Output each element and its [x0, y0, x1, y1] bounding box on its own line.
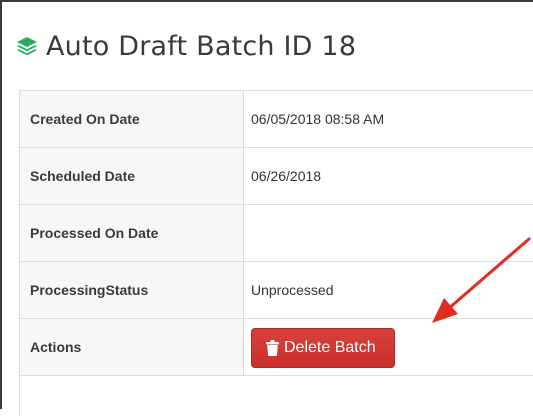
empty-cell [244, 376, 533, 416]
delete-batch-label: Delete Batch [284, 339, 376, 357]
scheduled-date-value: 06/26/2018 [244, 148, 533, 205]
empty-cell [20, 376, 244, 416]
table-row: Processed On Date [20, 205, 533, 262]
layers-icon [16, 36, 38, 56]
table-row: Scheduled Date 06/26/2018 [20, 148, 533, 205]
created-on-date-label: Created On Date [20, 91, 244, 148]
page-frame: Auto Draft Batch ID 18 Created On Date 0… [0, 0, 533, 409]
actions-cell: Delete Batch [244, 319, 533, 376]
processed-on-date-label: Processed On Date [20, 205, 244, 262]
processing-status-label: ProcessingStatus [20, 262, 244, 319]
page-header: Auto Draft Batch ID 18 [16, 24, 356, 68]
table-row: Created On Date 06/05/2018 08:58 AM [20, 91, 533, 148]
processed-on-date-value [244, 205, 533, 262]
delete-batch-button[interactable]: Delete Batch [251, 328, 395, 368]
trash-icon [266, 340, 279, 356]
batch-details-table: Created On Date 06/05/2018 08:58 AM Sche… [19, 90, 533, 416]
scheduled-date-label: Scheduled Date [20, 148, 244, 205]
table-row [20, 376, 533, 416]
actions-label: Actions [20, 319, 244, 376]
created-on-date-value: 06/05/2018 08:58 AM [244, 91, 533, 148]
table-row: Actions Delete Batch [20, 319, 533, 376]
page-title: Auto Draft Batch ID 18 [46, 31, 356, 62]
processing-status-value: Unprocessed [244, 262, 533, 319]
table-row: ProcessingStatus Unprocessed [20, 262, 533, 319]
